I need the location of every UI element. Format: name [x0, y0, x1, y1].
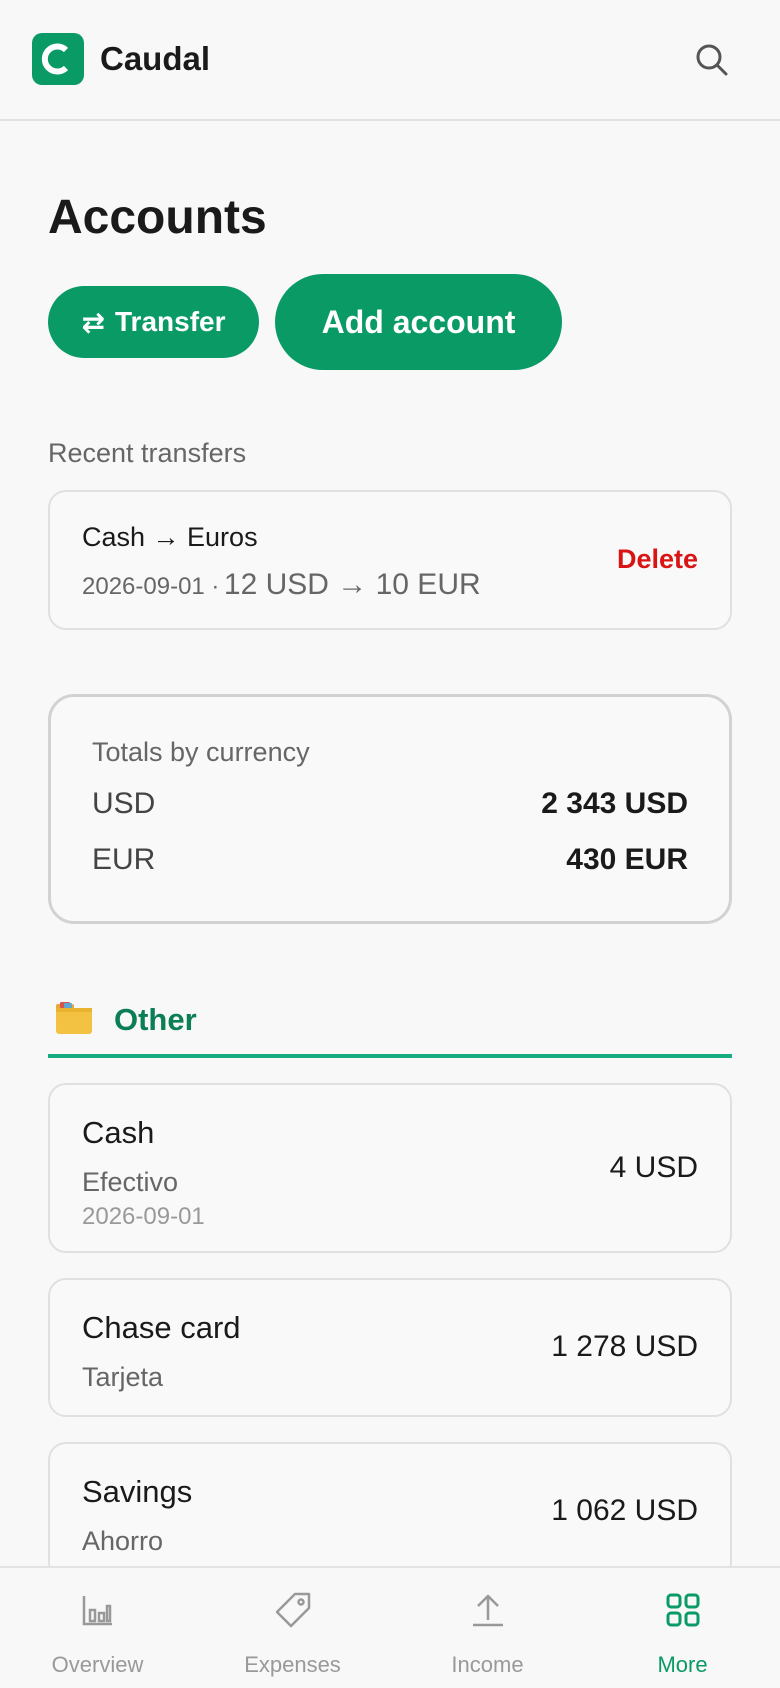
totals-currency: USD — [92, 787, 156, 820]
account-card[interactable]: Savings Ahorro 1 062 USD — [48, 1442, 732, 1581]
add-account-label: Add account — [321, 303, 516, 340]
add-account-button[interactable]: Add account — [275, 274, 562, 370]
app-name: Caudal — [100, 40, 211, 77]
totals-amount: 430 EUR — [566, 843, 688, 876]
account-type: Tarjeta — [82, 1362, 164, 1392]
totals-amount: 2 343 USD — [541, 787, 688, 820]
account-date: 2026-09-01 — [82, 1203, 205, 1230]
transfer-route: Cash → Euros — [82, 522, 258, 552]
account-name: Cash — [82, 1115, 155, 1150]
transfer-item: Cash → Euros 2026-09-01 · 12 USD → 10 EU… — [48, 490, 732, 630]
totals-currency: EUR — [92, 843, 156, 876]
account-group-header[interactable]: Other — [48, 990, 732, 1058]
folder-icon — [56, 1002, 92, 1034]
nav-label: Income — [451, 1652, 524, 1677]
bar-chart-icon — [82, 1596, 112, 1626]
nav-item-income[interactable]: Income — [390, 1568, 585, 1688]
transfer-button[interactable]: ⇄ Transfer — [48, 286, 259, 358]
account-name: Chase card — [82, 1310, 241, 1345]
transfer-amount: 12 USD → 10 EUR — [223, 568, 481, 601]
transfer-date: 2026-09-01 · — [82, 573, 220, 600]
transfer-icon: ⇄ — [81, 306, 105, 338]
page-title: Accounts — [48, 191, 267, 244]
transfer-button-label: Transfer — [114, 306, 226, 337]
account-type: Efectivo — [82, 1167, 179, 1197]
app-logo[interactable] — [32, 33, 84, 85]
delete-transfer-button[interactable]: Delete — [617, 544, 698, 575]
account-type: Ahorro — [82, 1526, 164, 1556]
recent-transfers-label: Recent transfers — [48, 438, 247, 468]
nav-label: Expenses — [244, 1652, 341, 1677]
grid-icon — [666, 1593, 700, 1627]
account-name: Savings — [82, 1474, 193, 1509]
account-group-title: Other — [114, 1002, 197, 1037]
search-icon — [696, 44, 728, 76]
account-balance: 4 USD — [609, 1151, 698, 1184]
nav-item-overview[interactable]: Overview — [0, 1568, 195, 1688]
bottom-nav: Overview Expenses Income More — [0, 1566, 780, 1688]
account-balance: 1 062 USD — [551, 1494, 698, 1527]
account-card[interactable]: Chase card Tarjeta 1 278 USD — [48, 1278, 732, 1417]
transfer-meta: 2026-09-01 · 12 USD → 10 EUR — [82, 568, 481, 602]
app-header: Caudal — [0, 0, 780, 121]
account-balance: 1 278 USD — [551, 1330, 698, 1363]
totals-title: Totals by currency — [92, 737, 310, 767]
nav-label: More — [657, 1652, 708, 1677]
account-card[interactable]: Cash Efectivo 2026-09-01 4 USD — [48, 1083, 732, 1253]
tag-icon — [275, 1592, 311, 1628]
nav-label: Overview — [51, 1652, 144, 1677]
logo-c-icon — [41, 43, 69, 75]
nav-item-expenses[interactable]: Expenses — [195, 1568, 390, 1688]
nav-item-more[interactable]: More — [585, 1568, 780, 1688]
search-button[interactable] — [690, 38, 734, 82]
upload-icon — [473, 1594, 503, 1627]
totals-card: Totals by currency USD 2 343 USD EUR 430… — [48, 694, 732, 924]
